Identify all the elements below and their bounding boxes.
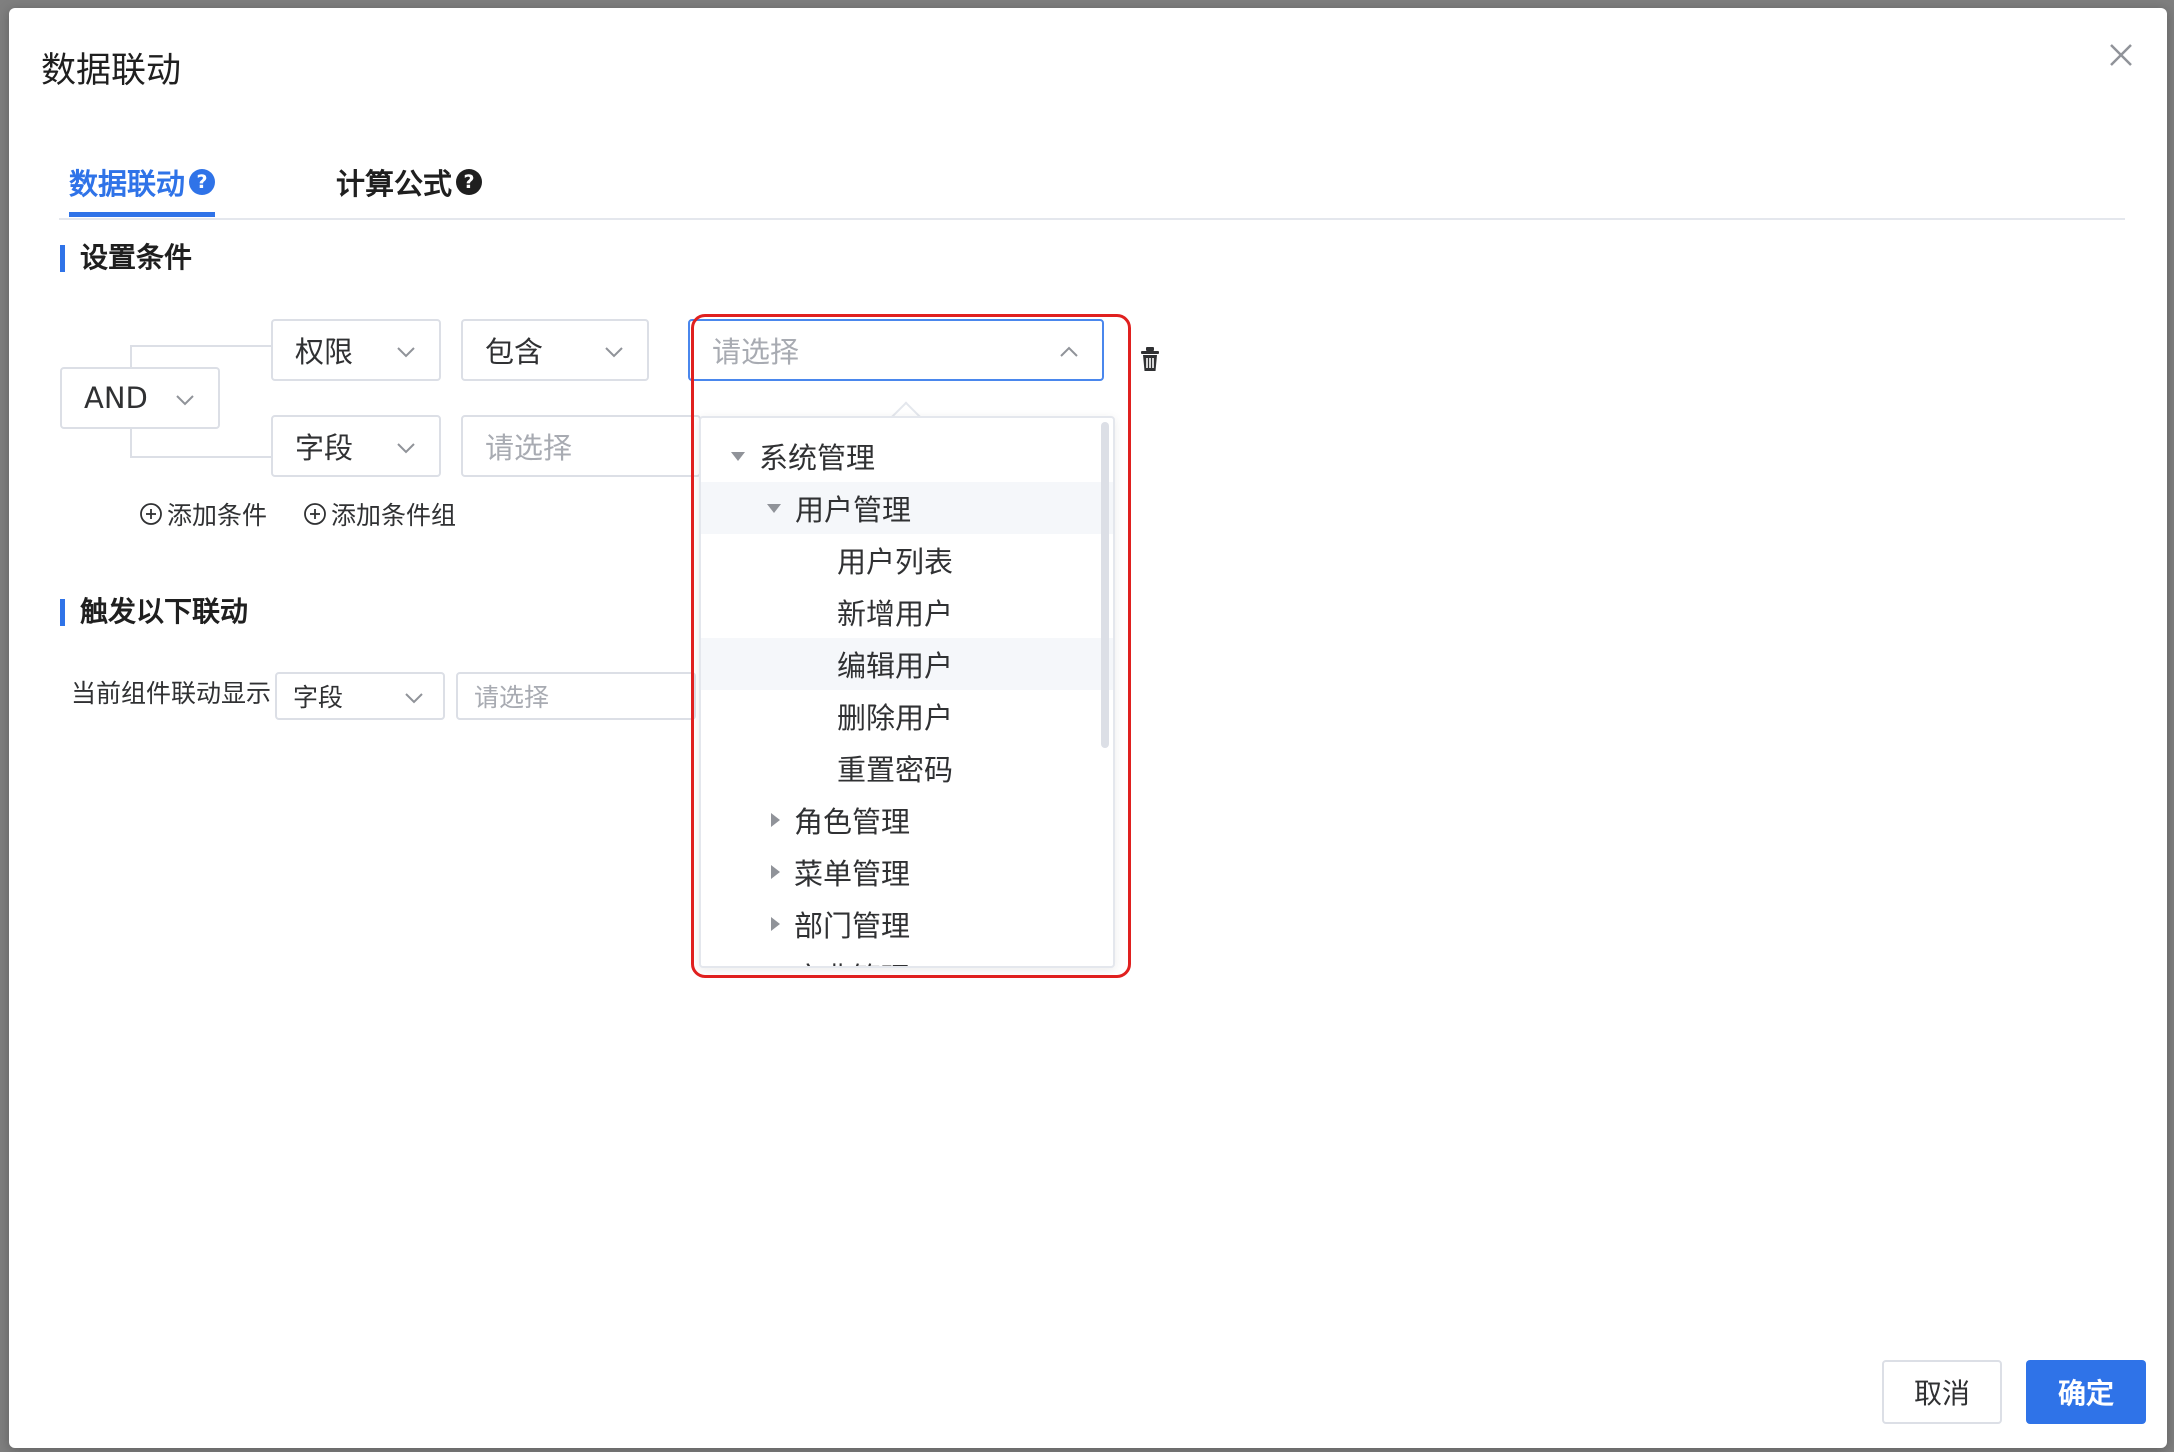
logic-select[interactable]: AND (60, 367, 220, 429)
active-tab-indicator (69, 212, 215, 217)
connector-line (130, 345, 271, 347)
plus-circle-icon (304, 503, 326, 525)
tree-node[interactable]: 编辑用户 (701, 638, 1113, 690)
tree-node[interactable]: 新增用户 (701, 586, 1113, 638)
plus-circle-icon (140, 503, 162, 525)
chevron-up-icon (1060, 346, 1078, 357)
chevron-down-icon (405, 693, 423, 704)
trigger-field-value: 字段 (293, 683, 344, 712)
section-title-trigger: 触发以下联动 (60, 596, 248, 628)
chevron-down-icon (397, 443, 415, 454)
value-placeholder: 请选择 (474, 683, 550, 712)
tree-node[interactable]: 删除用户 (701, 690, 1113, 742)
tree-node[interactable]: 重置密码 (701, 742, 1113, 794)
tree-node[interactable]: 用户管理 (701, 482, 1113, 534)
tree-node-label: 部门管理 (794, 909, 911, 943)
tab-formula[interactable]: 计算公式 ? (336, 148, 483, 216)
chevron-down-icon (397, 347, 415, 358)
trigger-label: 当前组件联动显示 (71, 679, 272, 708)
tree-node[interactable]: 部门管理 (701, 898, 1113, 950)
tree-node-label: 重置密码 (837, 753, 954, 787)
tree-node[interactable]: 角色管理 (701, 794, 1113, 846)
caret-right-icon[interactable] (771, 813, 780, 827)
tree-node-label: 编辑用户 (837, 649, 954, 683)
condition-field-select-2[interactable]: 字段 (271, 415, 441, 477)
dropdown-scrollbar[interactable] (1101, 422, 1109, 748)
tree-node-label: 用户管理 (795, 493, 912, 527)
caret-right-icon[interactable] (771, 917, 780, 931)
close-icon[interactable] (2104, 38, 2138, 72)
tree-node[interactable]: 系统管理 (701, 430, 1113, 482)
add-condition-group-button[interactable]: 添加条件组 (303, 496, 456, 532)
tree-node-label: 字典管理 (794, 955, 910, 966)
tree-node-label: 角色管理 (794, 805, 911, 839)
tab-bar: 数据联动 ? 计算公式 ? (59, 148, 2125, 220)
condition-value-select[interactable]: 请选择 (688, 319, 1104, 381)
tree-node-label: 系统管理 (759, 441, 876, 475)
value-placeholder: 请选择 (712, 335, 800, 369)
caret-right-icon[interactable] (771, 865, 780, 879)
field-value: 字段 (295, 431, 354, 465)
tree-node[interactable]: 菜单管理 (701, 846, 1113, 898)
question-icon[interactable]: ? (456, 169, 483, 195)
question-icon[interactable]: ? (189, 169, 216, 195)
tab-label: 计算公式 (336, 167, 453, 201)
confirm-button[interactable]: 确定 (2026, 1360, 2146, 1424)
tab-label: 数据联动 (69, 167, 186, 201)
tab-data-linkage[interactable]: 数据联动 ? (69, 148, 216, 216)
tree-node[interactable]: 字典管理 (701, 950, 1113, 966)
operator-value: 包含 (485, 335, 544, 369)
chevron-down-icon (605, 347, 623, 358)
dialog-title: 数据联动 (41, 51, 182, 91)
value-placeholder: 请选择 (485, 431, 573, 465)
condition-operator-select[interactable]: 包含 (461, 319, 649, 381)
tree-node-label: 新增用户 (837, 597, 954, 631)
chevron-down-icon (176, 395, 194, 406)
connector-line (130, 426, 132, 458)
tree-node[interactable]: 用户列表 (701, 534, 1113, 586)
section-title-conditions: 设置条件 (60, 242, 192, 274)
data-linkage-dialog: 数据联动 数据联动 ? 计算公式 ? 设置条件 AND 权限 包含 请选择 字段… (9, 8, 2167, 1448)
tree-node-label: 菜单管理 (794, 857, 911, 891)
trash-icon[interactable] (1135, 344, 1165, 374)
connector-line (130, 456, 271, 458)
add-condition-button[interactable]: 添加条件 (139, 496, 267, 532)
tree-node-label: 用户列表 (837, 545, 954, 579)
trigger-field-select[interactable]: 字段 (275, 672, 445, 720)
cancel-button[interactable]: 取消 (1882, 1360, 2002, 1424)
add-condition-group-label: 添加条件组 (331, 501, 457, 530)
caret-down-icon[interactable] (731, 451, 745, 461)
logic-value: AND (84, 381, 148, 415)
condition-field-select[interactable]: 权限 (271, 319, 441, 381)
trigger-value-select[interactable]: 请选择 (456, 672, 696, 720)
tree-node-label: 删除用户 (837, 701, 954, 735)
caret-down-icon[interactable] (767, 503, 781, 513)
field-value: 权限 (295, 335, 354, 369)
add-condition-label: 添加条件 (167, 501, 268, 530)
tree-select-dropdown: 系统管理 用户管理 用户列表 新增用户 编辑用户 删除用户 重置密码 角色管理 … (699, 416, 1115, 968)
condition-value-select-2[interactable]: 请选择 (461, 415, 701, 477)
